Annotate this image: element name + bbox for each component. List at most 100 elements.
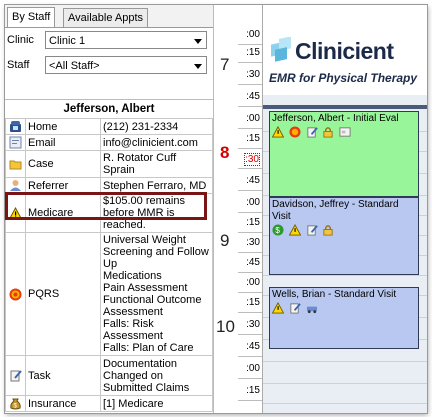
info-row-task: Task Documentation Changed on Submitted … [5, 355, 213, 396]
time-slot-label: :30 [246, 69, 260, 80]
appointment-title: Wells, Brian - Standard Visit [272, 289, 397, 300]
time-slot[interactable]: :15 [214, 383, 262, 401]
scheduler-window: By Staff Available Appts Clinic Clinic 1… [4, 4, 428, 414]
info-label: Home [25, 118, 101, 135]
time-slot-label: :45 [246, 257, 260, 268]
time-slot[interactable]: :15 [214, 295, 262, 313]
money-bag-icon: $ [9, 397, 22, 410]
info-row-case: Case R. Rotator Cuff Sprain [5, 150, 213, 178]
appointment-title: Davidson, Jeffrey - Standard Visit [272, 199, 399, 222]
chevron-down-icon [194, 64, 202, 69]
time-slot-label: :00 [246, 113, 260, 124]
time-slot-label: :00 [246, 277, 260, 288]
tab-by-staff[interactable]: By Staff [7, 7, 56, 27]
hour-label: 9 [220, 231, 230, 250]
lock-icon [322, 224, 335, 237]
clinic-select-value: Clinic 1 [49, 35, 86, 47]
tab-bar: By Staff Available Appts [5, 5, 213, 28]
time-slot-label: :15 [246, 385, 260, 396]
time-slot[interactable]: :45 [214, 89, 262, 107]
time-slot[interactable]: :00 [214, 111, 262, 129]
info-row-insurance: $ Insurance [1] Medicare [5, 395, 213, 412]
folder-icon [9, 158, 22, 171]
time-slot-label: :00 [246, 197, 260, 208]
lock-icon [322, 126, 335, 139]
appointment-block[interactable]: Davidson, Jeffrey - Standard Visit $ [269, 197, 419, 275]
chevron-down-icon [194, 39, 202, 44]
staff-label: Staff [7, 59, 30, 71]
person-icon [9, 179, 22, 192]
task-icon [306, 126, 319, 139]
clinic-label: Clinic [7, 34, 34, 46]
time-slot[interactable]: :00 [214, 275, 262, 293]
time-slot-label: :45 [246, 175, 260, 186]
svg-text:$: $ [275, 225, 280, 235]
time-slot-label: :00 [246, 29, 260, 40]
patient-info-table: Home (212) 231-2334 Email info@clinicien… [5, 118, 213, 412]
time-slot[interactable]: :45 [214, 339, 262, 357]
info-label: Insurance [25, 395, 101, 412]
time-slot-label: :00 [246, 363, 260, 374]
appointment-title: Jefferson, Albert - Initial Eval [272, 113, 399, 124]
time-slot[interactable]: :00 [214, 27, 262, 45]
warning-icon [271, 125, 285, 139]
schedule-header-bar [263, 105, 427, 109]
target-icon [289, 126, 302, 139]
info-label: Email [25, 134, 101, 151]
dollar-icon: $ [272, 224, 285, 237]
time-slot-label: :45 [246, 91, 260, 102]
info-row-referrer: Referrer Stephen Ferraro, MD [5, 177, 213, 194]
time-column: :00 :15 :30 :45 :00 :15 :30 :45 :00 :15 … [214, 5, 263, 413]
task-icon [306, 224, 319, 237]
brand-name: Clinicient [295, 38, 394, 64]
warning-icon [8, 206, 23, 220]
info-value: Documentation Changed on Submitted Claim… [100, 355, 213, 396]
email-icon [9, 136, 22, 149]
time-slot[interactable]: :45 [214, 255, 262, 273]
appointment-block[interactable]: Wells, Brian - Standard Visit [269, 287, 419, 349]
car-icon [306, 302, 319, 315]
patient-panel: By Staff Available Appts Clinic Clinic 1… [5, 5, 214, 413]
time-slot[interactable]: :00 [214, 361, 262, 379]
time-slot-label: :15 [246, 133, 260, 144]
task-icon [289, 302, 302, 315]
info-row-pqrs: PQRS Universal Weight Screening and Foll… [5, 232, 213, 356]
info-value: Universal Weight Screening and Follow Up… [100, 232, 213, 356]
info-row-home: Home (212) 231-2334 [5, 118, 213, 135]
schedule-grid[interactable]: Clinicient EMR for Physical Therapy Jeff… [263, 5, 427, 413]
staff-select[interactable]: <All Staff> [45, 56, 207, 74]
time-slot[interactable]: :00 [214, 195, 262, 213]
time-slot-label: :15 [246, 297, 260, 308]
time-slot[interactable]: :45 [214, 173, 262, 191]
info-value: info@clinicient.com [100, 134, 213, 151]
time-slot-label: :30 [244, 153, 260, 166]
info-label: Case [25, 150, 101, 178]
info-value: (212) 231-2334 [100, 118, 213, 135]
hour-label-current: 8 [220, 143, 230, 162]
info-label: Referrer [25, 177, 101, 194]
info-label: Medicare [25, 193, 101, 233]
staff-select-value: <All Staff> [49, 60, 100, 72]
time-slot-label: :15 [246, 217, 260, 228]
info-value: R. Rotator Cuff Sprain [100, 150, 213, 178]
warning-icon [288, 223, 302, 237]
time-slot-label: :45 [246, 341, 260, 352]
task-icon [9, 369, 22, 382]
target-icon [9, 288, 22, 301]
time-slot-label: :30 [246, 237, 260, 248]
info-row-email: Email info@clinicient.com [5, 134, 213, 151]
hour-label: 7 [220, 55, 230, 74]
brand-logo: Clinicient EMR for Physical Therapy [263, 5, 427, 95]
info-value: [1] Medicare [100, 395, 213, 412]
card-icon [339, 126, 352, 139]
hour-label: 10 [216, 317, 235, 336]
appointment-block[interactable]: Jefferson, Albert - Initial Eval [269, 111, 419, 197]
info-label: Task [25, 355, 101, 396]
warning-icon [271, 301, 285, 315]
tab-available-appts[interactable]: Available Appts [63, 8, 149, 27]
patient-name: Jefferson, Albert [5, 99, 213, 119]
info-value: Stephen Ferraro, MD [100, 177, 213, 194]
info-label: PQRS [25, 232, 101, 356]
time-slot-label: :30 [246, 319, 260, 330]
clinic-select[interactable]: Clinic 1 [45, 31, 207, 49]
